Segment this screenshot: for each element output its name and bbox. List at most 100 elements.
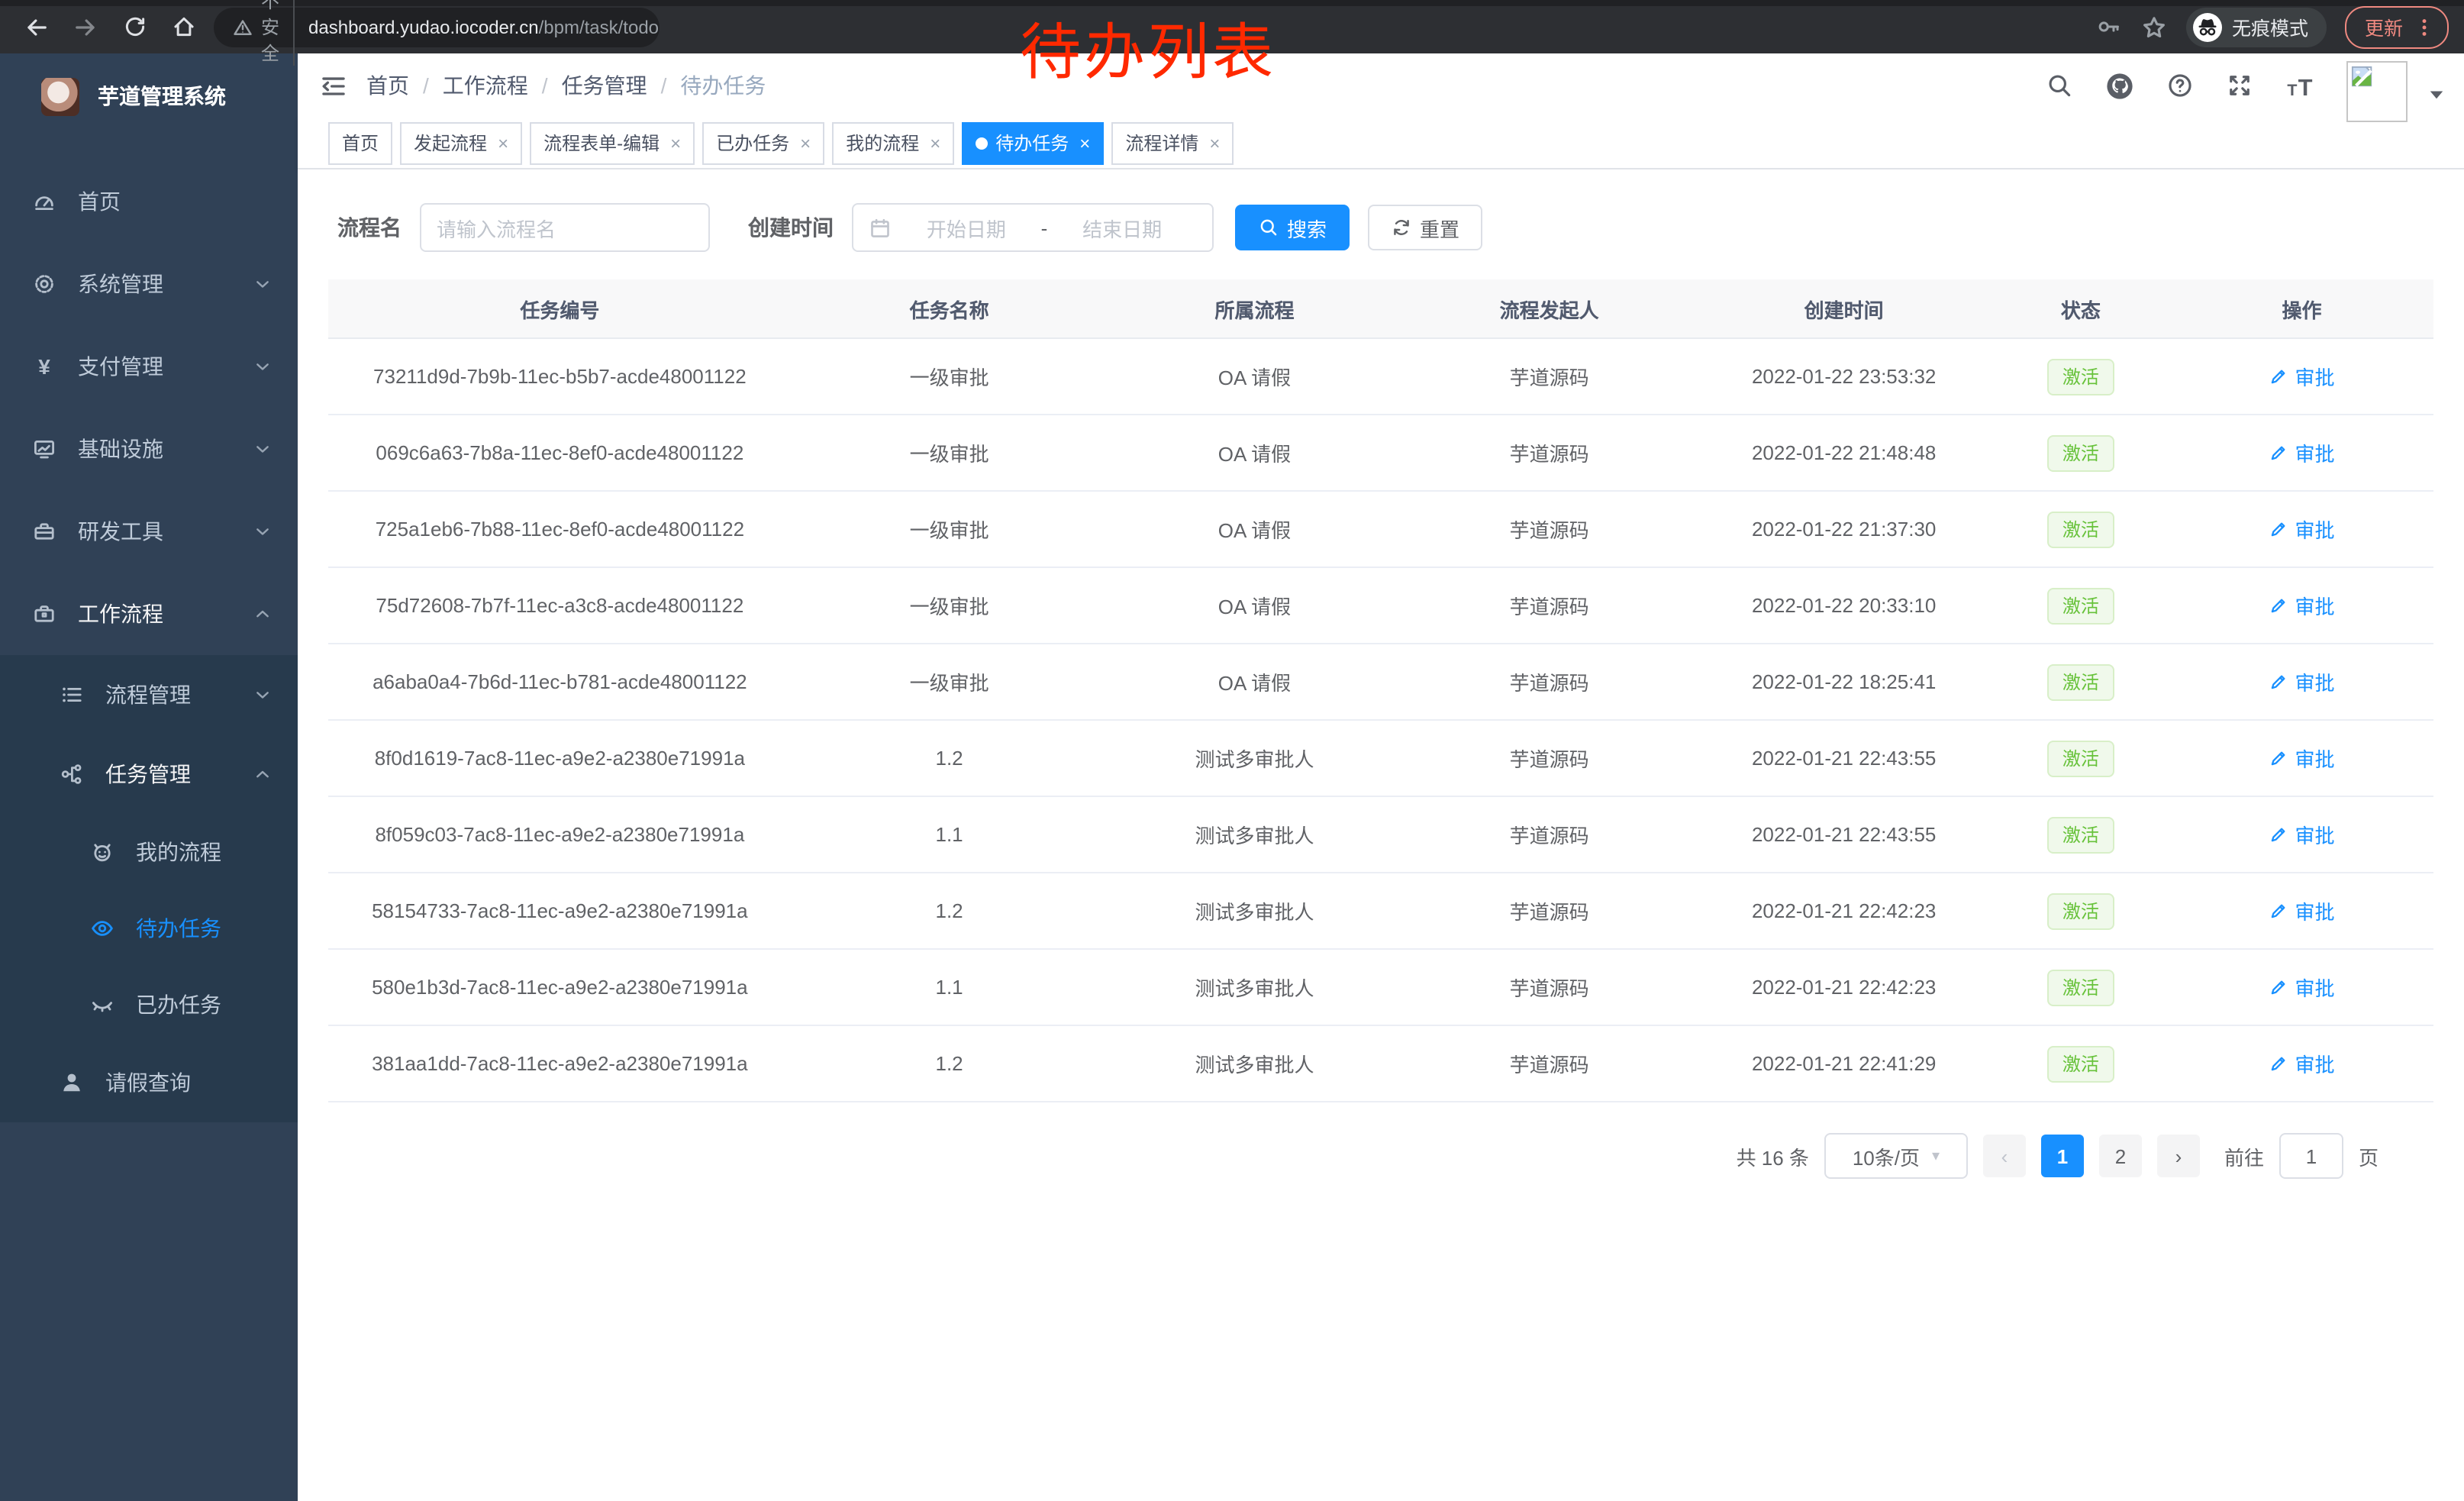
tab-close-icon[interactable]: × bbox=[1209, 132, 1220, 153]
sidebar-item-6[interactable]: 流程管理 bbox=[0, 655, 298, 734]
approve-link[interactable]: 审批 bbox=[2269, 973, 2335, 1002]
tab-close-icon[interactable]: × bbox=[498, 132, 508, 153]
fullscreen-icon[interactable] bbox=[2226, 72, 2253, 99]
search-icon[interactable] bbox=[2046, 72, 2073, 99]
font-size-icon[interactable]: TT bbox=[2285, 71, 2314, 100]
browser-toolbar: 不安全 dashboard.yudao.iocoder.cn/bpm/task/… bbox=[0, 0, 2464, 53]
sidebar-item-9[interactable]: 待办任务 bbox=[0, 890, 298, 967]
cell-created: 2022-01-22 20:33:10 bbox=[1697, 567, 1992, 644]
sidebar-item-10[interactable]: 已办任务 bbox=[0, 967, 298, 1043]
browser-home-icon[interactable] bbox=[165, 8, 202, 45]
page-button-2[interactable]: 2 bbox=[2099, 1135, 2142, 1177]
github-icon[interactable] bbox=[2105, 71, 2134, 100]
process-name-label: 流程名 bbox=[337, 212, 402, 243]
date-range-picker[interactable]: 开始日期 - 结束日期 bbox=[852, 203, 1214, 252]
tab-2[interactable]: 流程表单-编辑 × bbox=[530, 121, 695, 164]
table-header-row: 任务编号任务名称所属流程流程发起人创建时间状态操作 bbox=[328, 279, 2433, 338]
help-icon[interactable] bbox=[2166, 72, 2194, 99]
cell-task-id: 75d72608-7b7f-11ec-a3c8-acde48001122 bbox=[328, 567, 792, 644]
approve-link[interactable]: 审批 bbox=[2269, 744, 2335, 773]
tab-3[interactable]: 已办任务 × bbox=[702, 121, 824, 164]
breadcrumb-separator: / bbox=[423, 73, 429, 98]
logo-image bbox=[41, 77, 79, 115]
status-badge: 激活 bbox=[2047, 893, 2114, 929]
approve-link[interactable]: 审批 bbox=[2269, 438, 2335, 467]
page-size-select[interactable]: 10条/页 ▾ bbox=[1824, 1133, 1968, 1179]
kebab-menu-icon[interactable] bbox=[2414, 16, 2435, 37]
monitor-icon bbox=[32, 437, 56, 461]
cell-task-name: 一级审批 bbox=[792, 644, 1108, 720]
prev-page-button[interactable]: ‹ bbox=[1983, 1135, 2026, 1177]
page-buttons: 12 bbox=[2041, 1135, 2142, 1177]
tab-5[interactable]: 待办任务 × bbox=[962, 121, 1104, 164]
approve-link[interactable]: 审批 bbox=[2269, 667, 2335, 696]
sidebar-item-5[interactable]: 工作流程 bbox=[0, 573, 298, 655]
next-page-button[interactable]: › bbox=[2157, 1135, 2200, 1177]
cell-process: 测试多审批人 bbox=[1107, 796, 1401, 873]
tab-0[interactable]: 首页 bbox=[328, 121, 392, 164]
cell-initiator: 芋道源码 bbox=[1402, 949, 1697, 1025]
tab-6[interactable]: 流程详情 × bbox=[1111, 121, 1234, 164]
browser-reload-icon[interactable] bbox=[116, 8, 153, 45]
create-time-label: 创建时间 bbox=[748, 212, 834, 243]
address-bar[interactable]: 不安全 dashboard.yudao.iocoder.cn/bpm/task/… bbox=[214, 7, 660, 47]
approve-link[interactable]: 审批 bbox=[2269, 362, 2335, 391]
calendar-icon bbox=[869, 216, 892, 239]
breadcrumb-separator: / bbox=[661, 73, 667, 98]
goto-page-input[interactable]: 1 bbox=[2279, 1133, 2343, 1179]
key-icon[interactable] bbox=[2096, 14, 2122, 40]
reset-button[interactable]: 重置 bbox=[1368, 205, 1482, 250]
page-button-1[interactable]: 1 bbox=[2041, 1135, 2084, 1177]
tab-4[interactable]: 我的流程 × bbox=[832, 121, 954, 164]
cell-task-name: 1.2 bbox=[792, 1025, 1108, 1102]
approve-link[interactable]: 审批 bbox=[2269, 1049, 2335, 1078]
sidebar-item-0[interactable]: 首页 bbox=[0, 160, 298, 243]
browser-forward-icon[interactable] bbox=[67, 8, 104, 45]
approve-link[interactable]: 审批 bbox=[2269, 820, 2335, 849]
table-row: a6aba0a4-7b6d-11ec-b781-acde48001122 一级审… bbox=[328, 644, 2433, 720]
sidebar-item-7[interactable]: 任务管理 bbox=[0, 734, 298, 814]
breadcrumb-item[interactable]: 工作流程 bbox=[443, 70, 528, 101]
cell-initiator: 芋道源码 bbox=[1402, 567, 1697, 644]
briefcase-icon bbox=[32, 602, 56, 626]
sidebar-item-8[interactable]: 我的流程 bbox=[0, 814, 298, 890]
tab-1[interactable]: 发起流程 × bbox=[400, 121, 522, 164]
sidebar-item-label: 流程管理 bbox=[105, 679, 191, 710]
sidebar: 芋道管理系统 首页 系统管理 ¥ 支付管理 基础设施 研发工具 工作流程 流程管… bbox=[0, 53, 298, 1501]
sidebar-item-2[interactable]: ¥ 支付管理 bbox=[0, 325, 298, 408]
breadcrumb-item[interactable]: 任务管理 bbox=[562, 70, 647, 101]
sidebar-item-3[interactable]: 基础设施 bbox=[0, 408, 298, 490]
pencil-icon bbox=[2269, 977, 2289, 997]
cell-initiator: 芋道源码 bbox=[1402, 1025, 1697, 1102]
cell-process: OA 请假 bbox=[1107, 338, 1401, 415]
pencil-icon bbox=[2269, 1054, 2289, 1073]
sidebar-item-1[interactable]: 系统管理 bbox=[0, 243, 298, 325]
approve-link[interactable]: 审批 bbox=[2269, 515, 2335, 544]
tab-close-icon[interactable]: × bbox=[800, 132, 811, 153]
tab-close-icon[interactable]: × bbox=[1079, 132, 1090, 153]
sidebar-item-4[interactable]: 研发工具 bbox=[0, 490, 298, 573]
table-body: 73211d9d-7b9b-11ec-b5b7-acde48001122 一级审… bbox=[328, 338, 2433, 1102]
search-button[interactable]: 搜索 bbox=[1235, 205, 1350, 250]
pagination: 共 16 条 10条/页 ▾ ‹ 12 › 前往 1 页 bbox=[328, 1133, 2379, 1179]
avatar[interactable] bbox=[2346, 61, 2408, 122]
chrome-update-button[interactable]: 更新 bbox=[2345, 5, 2449, 48]
cell-created: 2022-01-22 21:37:30 bbox=[1697, 491, 1992, 567]
approve-link[interactable]: 审批 bbox=[2269, 591, 2335, 620]
tab-close-icon[interactable]: × bbox=[670, 132, 681, 153]
table-row: 580e1b3d-7ac8-11ec-a9e2-a2380e71991a 1.1… bbox=[328, 949, 2433, 1025]
bookmark-star-icon[interactable] bbox=[2140, 13, 2168, 40]
gear-icon bbox=[32, 272, 56, 296]
column-header: 任务名称 bbox=[792, 279, 1108, 338]
tab-close-icon[interactable]: × bbox=[930, 132, 940, 153]
approve-link[interactable]: 审批 bbox=[2269, 896, 2335, 925]
chevron-up-icon bbox=[252, 603, 273, 625]
sidebar-item-11[interactable]: 请假查询 bbox=[0, 1043, 298, 1122]
sidebar-collapse-icon[interactable] bbox=[298, 71, 366, 100]
breadcrumb-item[interactable]: 首页 bbox=[366, 70, 409, 101]
sidebar-logo[interactable]: 芋道管理系统 bbox=[0, 53, 298, 139]
browser-back-icon[interactable] bbox=[18, 8, 55, 45]
process-name-input[interactable]: 请输入流程名 bbox=[420, 203, 710, 252]
sidebar-item-label: 研发工具 bbox=[78, 516, 163, 547]
chevron-down-icon[interactable] bbox=[2427, 86, 2446, 104]
